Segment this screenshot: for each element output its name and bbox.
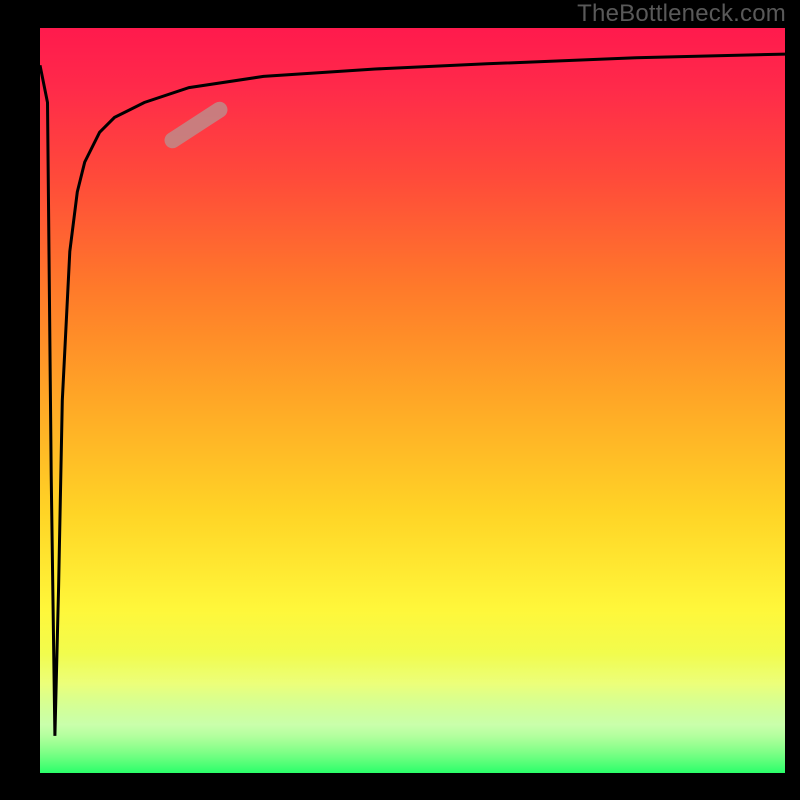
- plot-gradient-background: [40, 28, 785, 773]
- chart-container: TheBottleneck.com: [0, 0, 800, 800]
- watermark-text: TheBottleneck.com: [577, 0, 786, 28]
